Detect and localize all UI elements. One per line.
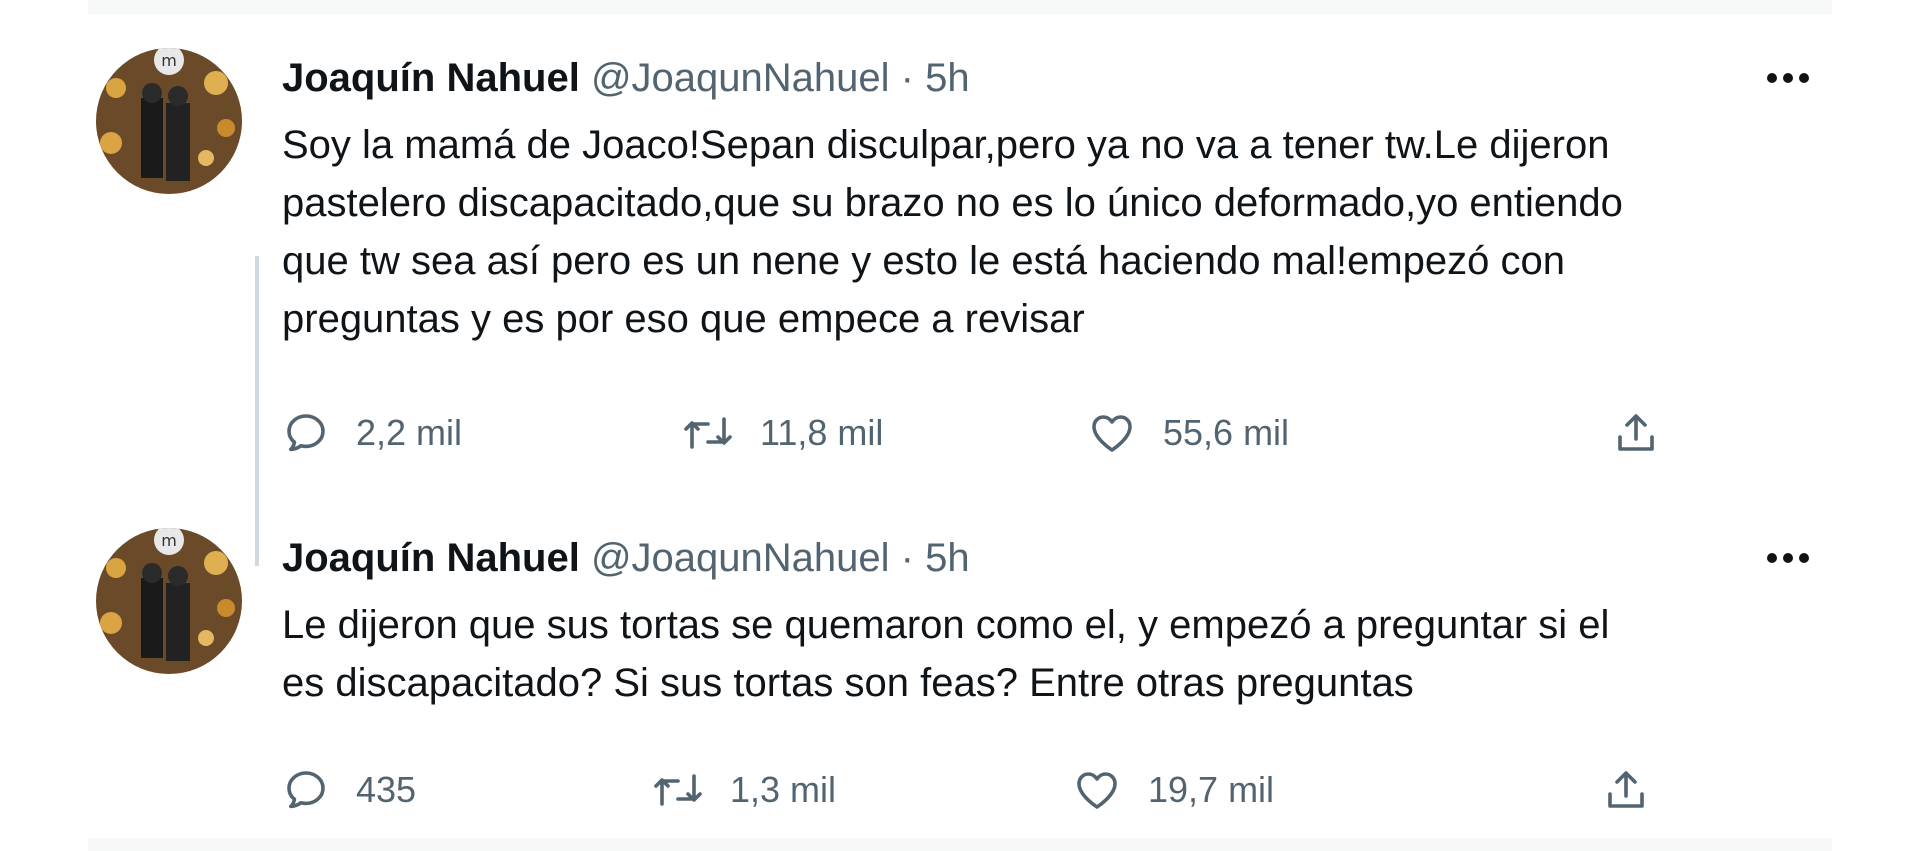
like-button[interactable]: 55,6 mil [1087,403,1289,463]
author-handle[interactable]: @JoaqunNahuel [591,56,890,100]
retweet-arrows-icon [654,774,702,806]
tweet-actions: 435 1,3 mil 19,7 mil [282,760,1822,820]
svg-text:m: m [161,531,177,550]
heart-outline-icon [1077,772,1117,809]
retweet-count: 11,8 mil [760,412,884,453]
three-dots-icon [1767,73,1809,83]
timeline-bottom-divider [88,838,1832,851]
tweet-header: Joaquín Nahuel @JoaqunNahuel · 5h [282,48,1822,108]
tweet-content: Joaquín Nahuel @JoaqunNahuel · 5h Soy la… [282,48,1822,453]
reply-count: 435 [356,769,417,810]
reply-button[interactable]: 435 [282,760,416,820]
more-options-button[interactable] [1758,528,1818,588]
avatar-image: m [96,48,242,194]
thread-connector-line [255,256,259,566]
speech-bubble-icon [287,771,325,809]
avatar[interactable]: m [96,528,242,674]
svg-text:m: m [161,51,177,70]
like-count: 55,6 mil [1163,412,1290,453]
author-handle[interactable]: @JoaqunNahuel [591,536,890,580]
tweet-actions: 2,2 mil 11,8 mil 55,6 mil [282,403,1822,463]
tweet-text: Soy la mamá de Joaco!Sepan disculpar,per… [282,123,1623,341]
retweet-button[interactable]: 11,8 mil [682,403,883,463]
share-button[interactable] [1612,403,1660,463]
author-name[interactable]: Joaquín Nahuel [282,56,580,100]
reply-button[interactable]: 2,2 mil [282,403,462,463]
more-options-button[interactable] [1758,48,1818,108]
three-dots-icon [1767,553,1809,563]
share-button[interactable] [1602,760,1650,820]
heart-outline-icon [1092,415,1132,452]
tweet-content: Joaquín Nahuel @JoaqunNahuel · 5h Le dij… [282,528,1822,810]
avatar-image: m [96,528,242,674]
timeline-top-divider [88,0,1832,14]
retweet-button[interactable]: 1,3 mil [652,760,836,820]
speech-bubble-icon [287,414,325,452]
separator-dot: · [900,56,914,100]
retweet-count: 1,3 mil [730,769,837,810]
like-count: 19,7 mil [1148,769,1275,810]
tweet-header: Joaquín Nahuel @JoaqunNahuel · 5h [282,528,1822,588]
tweet-text: Le dijeron que sus tortas se quemaron co… [282,603,1610,705]
retweet-arrows-icon [684,417,732,449]
share-upload-icon [1618,414,1654,451]
author-name[interactable]: Joaquín Nahuel [282,536,580,580]
avatar[interactable]: m [96,48,242,194]
timestamp[interactable]: 5h [925,56,970,100]
like-button[interactable]: 19,7 mil [1072,760,1274,820]
reply-count: 2,2 mil [356,412,463,453]
share-upload-icon [1608,771,1644,808]
timestamp[interactable]: 5h [925,536,970,580]
separator-dot: · [900,536,914,580]
